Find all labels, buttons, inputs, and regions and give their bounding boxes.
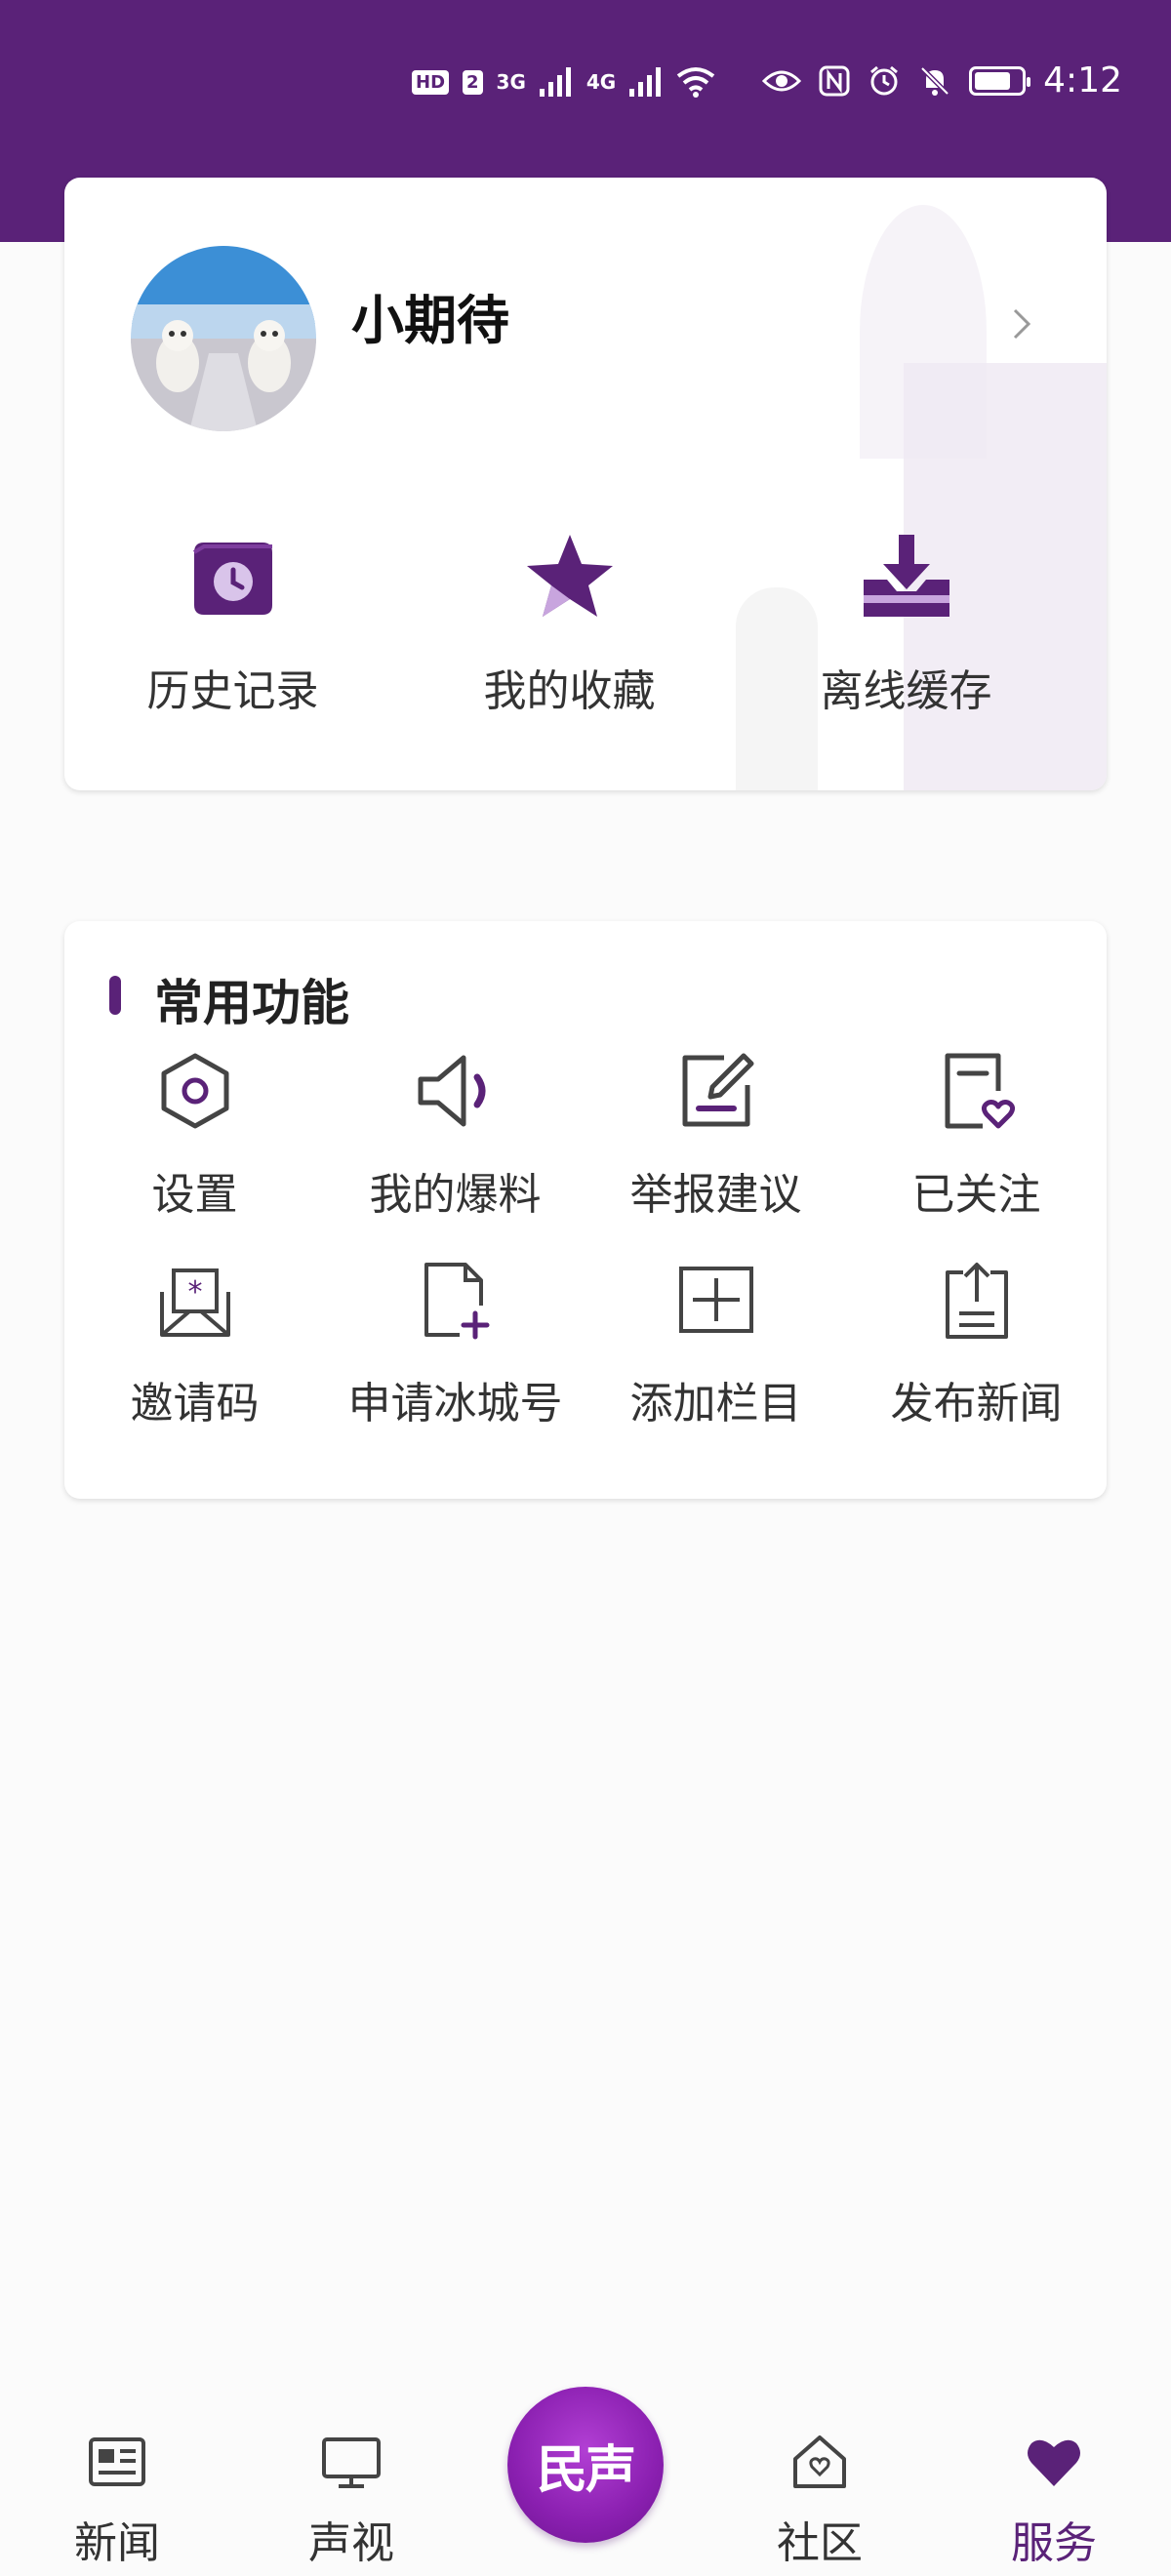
history-icon (192, 543, 272, 615)
alarm-icon (870, 65, 899, 95)
common-functions-card: 常用功能 设置 我的爆料 举报建议 已关注 * 邀请码 申请冰城号 添加栏目 发… (64, 921, 1107, 1499)
add-column-icon (678, 1267, 753, 1333)
nfc-icon (819, 65, 850, 96)
avatar[interactable] (131, 246, 316, 431)
apply-icon (424, 1263, 489, 1340)
center-minsheng-button[interactable]: 民声 (507, 2387, 664, 2543)
star-icon (526, 535, 613, 617)
signal-icon (629, 67, 662, 97)
follow-icon (945, 1053, 1015, 1129)
tv-icon (322, 2437, 381, 2488)
nav-item-service[interactable]: 服务 (966, 2430, 1142, 2570)
profile-card[interactable]: 小期待 历史记录 我的收藏 离线缓存 (64, 178, 1107, 790)
function-publish-news[interactable]: 发布新闻 (846, 1257, 1107, 1430)
function-invite-code[interactable]: * 邀请码 (64, 1257, 325, 1430)
network-3g-label: 3G (496, 70, 526, 94)
function-label: 举报建议 (629, 1170, 802, 1220)
eye-icon (762, 70, 802, 91)
function-label: 已关注 (911, 1170, 1041, 1220)
section-title: 常用功能 (154, 975, 349, 1031)
nav-label-active: 服务 (1011, 2518, 1097, 2568)
quick-actions: 历史记录 我的收藏 离线缓存 (64, 529, 1107, 718)
username[interactable]: 小期待 (351, 277, 509, 354)
status-bar: HD 2 3G 4G 4:12 (0, 0, 1171, 176)
function-label: 我的爆料 (369, 1170, 542, 1220)
nav-item-news[interactable]: 新闻 (29, 2430, 205, 2570)
function-my-reports[interactable]: 我的爆料 (325, 1048, 586, 1222)
function-label: 设置 (151, 1170, 238, 1220)
status-left: HD 2 3G 4G (412, 66, 715, 98)
network-4g-label: 4G (586, 70, 617, 94)
status-right: 4:12 (762, 60, 1122, 101)
settings-icon (161, 1053, 228, 1129)
function-label: 申请冰城号 (347, 1379, 563, 1429)
function-settings[interactable]: 设置 (64, 1048, 325, 1222)
function-label: 发布新闻 (890, 1379, 1063, 1429)
nav-item-community[interactable]: 社区 (732, 2430, 908, 2570)
edit-icon (682, 1053, 753, 1127)
chevron-right-icon[interactable] (1007, 304, 1036, 343)
section-title-accent (109, 976, 121, 1015)
nav-label: 声视 (308, 2518, 394, 2568)
battery-icon (969, 65, 1031, 96)
wifi-icon (677, 67, 715, 98)
mute-icon (920, 65, 949, 96)
hd-badge: HD (412, 69, 450, 95)
nav-item-av[interactable]: 声视 (263, 2430, 439, 2570)
center-logo-label: 民声 (536, 2439, 636, 2500)
signal-icon (539, 67, 571, 97)
quick-action-label: 离线缓存 (820, 666, 992, 716)
news-icon (89, 2437, 145, 2486)
speaker-icon (418, 1055, 485, 1127)
quick-action-history[interactable]: 历史记录 (64, 529, 401, 718)
function-followed[interactable]: 已关注 (846, 1048, 1107, 1222)
download-icon (863, 535, 949, 617)
quick-action-label: 历史记录 (146, 666, 319, 716)
heart-icon (1028, 2439, 1080, 2486)
function-label: 添加栏目 (629, 1379, 802, 1429)
functions-grid: 设置 我的爆料 举报建议 已关注 * 邀请码 申请冰城号 添加栏目 发布新闻 (64, 1048, 1107, 1430)
function-label: 邀请码 (130, 1379, 260, 1429)
status-time: 4:12 (1043, 60, 1122, 101)
svg-text:*: * (187, 1275, 202, 1309)
nav-label: 新闻 (74, 2518, 160, 2568)
function-report-suggest[interactable]: 举报建议 (586, 1048, 846, 1222)
bottom-nav: 新闻 声视 民声 社区 服务 (0, 2371, 1171, 2576)
invite-code-icon: * (159, 1268, 230, 1337)
quick-action-offline-cache[interactable]: 离线缓存 (738, 529, 1074, 718)
sim-slot-badge: 2 (463, 69, 483, 95)
community-icon (793, 2435, 846, 2488)
publish-icon (945, 1263, 1008, 1339)
quick-action-label: 我的收藏 (483, 666, 656, 716)
function-add-column[interactable]: 添加栏目 (586, 1257, 846, 1430)
quick-action-favorites[interactable]: 我的收藏 (401, 529, 738, 718)
function-apply-account[interactable]: 申请冰城号 (325, 1257, 586, 1430)
nav-label: 社区 (777, 2518, 863, 2568)
